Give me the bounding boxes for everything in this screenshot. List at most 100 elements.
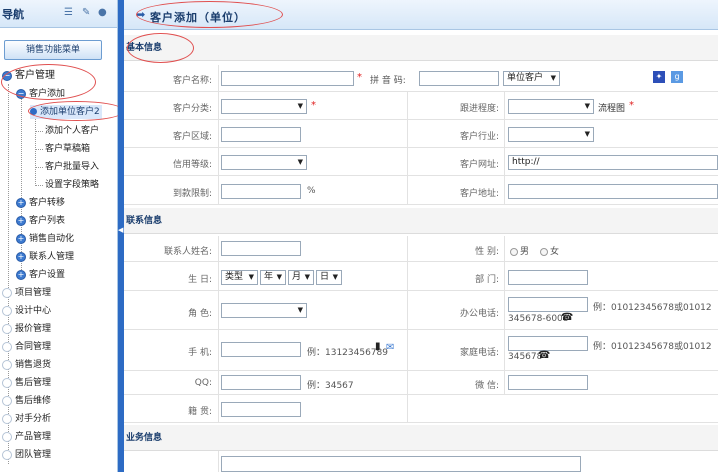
tree-add-unit-customer[interactable]: 添加单位客户2 — [30, 105, 102, 119]
expand-icon[interactable] — [2, 323, 12, 334]
expand-icon[interactable] — [2, 449, 12, 460]
home-phone-label: 家庭电话: — [459, 348, 499, 358]
telephone-icon[interactable]: ☎ — [538, 350, 550, 361]
expand-icon[interactable] — [2, 395, 12, 406]
tree-customer-transfer[interactable]: + 客户转移 — [16, 196, 65, 210]
tree-contact-management[interactable]: + 联系人管理 — [16, 250, 74, 264]
birthday-year-select[interactable]: 年 ▼ — [260, 270, 286, 285]
tree-customer-drafts[interactable]: 客户草稿箱 — [45, 142, 90, 156]
payment-limit-input[interactable] — [221, 184, 301, 199]
tree-team-management[interactable]: 团队管理 — [2, 448, 51, 462]
percent-unit: % — [307, 186, 316, 196]
qq-input[interactable] — [221, 375, 301, 390]
pinyin-input[interactable] — [419, 71, 499, 86]
credit-select[interactable]: ▼ — [221, 155, 307, 170]
tree-customer-add[interactable]: − 客户添加 — [16, 87, 65, 101]
expand-icon[interactable]: + — [16, 269, 26, 280]
contact-name-label: 联系人姓名: — [163, 247, 212, 257]
region-input[interactable] — [221, 127, 301, 142]
tree-customer-settings[interactable]: + 客户设置 — [16, 268, 65, 282]
home-phone-input[interactable] — [508, 336, 588, 351]
progress-label: 跟进程度: — [459, 104, 499, 114]
form-row: QQ: 例：34567 微 信: — [124, 371, 718, 395]
page-header: ➡ 客户添加（单位） — [124, 0, 718, 30]
gender-label: 性 别: — [475, 247, 499, 257]
tree-field-policy[interactable]: 设置字段策略 — [45, 178, 99, 192]
page-title: 客户添加（单位） — [150, 11, 246, 24]
telephone-icon[interactable]: ☎ — [561, 312, 573, 323]
expand-icon[interactable] — [2, 359, 12, 370]
expand-icon[interactable]: + — [16, 251, 26, 262]
expand-icon[interactable] — [2, 377, 12, 388]
department-label: 部 门: — [475, 275, 499, 285]
wechat-input[interactable] — [508, 375, 588, 390]
qq-label: QQ: — [194, 378, 212, 388]
expand-icon[interactable]: + — [16, 233, 26, 244]
expand-icon[interactable] — [2, 413, 12, 424]
required-mark: * — [311, 100, 316, 111]
mobile-phone-icon[interactable]: ▮ — [375, 341, 381, 352]
department-input[interactable] — [508, 270, 588, 285]
search-engine-icon[interactable]: g — [671, 71, 683, 83]
sms-icon[interactable]: ✉ — [386, 342, 394, 353]
tree-design-center[interactable]: 设计中心 — [2, 304, 51, 318]
expand-icon[interactable]: + — [16, 215, 26, 226]
collapse-arrow-icon[interactable]: ◀ — [118, 226, 123, 234]
tree-bulk-import[interactable]: 客户批量导入 — [45, 160, 99, 174]
mobile-input[interactable] — [221, 342, 301, 357]
tree-sales-automation[interactable]: + 销售自动化 — [16, 232, 74, 246]
contact-name-input[interactable] — [221, 241, 301, 256]
tree-contract-management[interactable]: 合同管理 — [2, 340, 51, 354]
form-row: 联系人姓名: 性 别: 男 女 — [124, 236, 718, 262]
form-row: 信用等级: ▼ 客户网址: http:// — [124, 148, 718, 176]
form-row — [124, 451, 718, 472]
website-input[interactable]: http:// — [508, 155, 718, 170]
birthday-month-select[interactable]: 月 ▼ — [288, 270, 314, 285]
expand-icon[interactable] — [2, 341, 12, 352]
expand-icon[interactable] — [2, 305, 12, 316]
office-phone-input[interactable] — [508, 297, 588, 312]
address-label: 客户地址: — [459, 189, 499, 199]
expand-icon[interactable] — [2, 431, 12, 442]
gender-female-radio[interactable]: 女 — [540, 244, 559, 257]
business-textarea[interactable] — [221, 456, 581, 472]
birthday-label: 生 日: — [188, 275, 212, 285]
flowchart-link[interactable]: 流程图 — [598, 101, 625, 114]
customer-name-input[interactable] — [221, 71, 354, 86]
user-icon[interactable]: ● — [98, 7, 107, 18]
address-input[interactable] — [508, 184, 718, 199]
tree-add-personal-customer[interactable]: 添加个人客户 — [45, 124, 99, 138]
main-panel: ➡ 客户添加（单位） 基本信息 客户名称: * 拼 音 码: 单位客户 ▼ ✦ g… — [124, 0, 718, 472]
section-basic-info: 基本信息 — [124, 35, 718, 61]
bullet-icon — [30, 108, 37, 115]
payment-limit-label: 到款限制: — [172, 189, 212, 199]
arrow-right-icon: ➡ — [136, 8, 146, 21]
tree-quote-management[interactable]: 报价管理 — [2, 322, 51, 336]
collapse-icon[interactable]: − — [2, 70, 12, 81]
collapse-icon[interactable]: − — [16, 88, 26, 99]
customer-type-select[interactable]: 单位客户 ▼ — [503, 71, 560, 86]
tree-customer-list[interactable]: + 客户列表 — [16, 214, 65, 228]
map-icon[interactable]: ✦ — [653, 71, 665, 83]
expand-icon[interactable] — [2, 287, 12, 298]
tree-after-sales-repair[interactable]: 售后维修 — [2, 394, 51, 408]
tree-project-management[interactable]: 项目管理 — [2, 286, 51, 300]
sales-menu-button[interactable]: 销售功能菜单 — [4, 40, 102, 60]
tree-sales-returns[interactable]: 销售退货 — [2, 358, 51, 372]
tree-after-sales[interactable]: 售后管理 — [2, 376, 51, 390]
progress-select[interactable]: ▼ — [508, 99, 594, 114]
role-select[interactable]: ▼ — [221, 303, 307, 318]
section-business-info: 业务信息 — [124, 425, 718, 451]
industry-select[interactable]: ▼ — [508, 127, 594, 142]
tree-customer-management[interactable]: − 客户管理 — [2, 69, 55, 83]
settings-icon[interactable]: ✎ — [82, 7, 90, 18]
tree-product-management[interactable]: 产品管理 — [2, 430, 51, 444]
tree-competitor-analysis[interactable]: 对手分析 — [2, 412, 51, 426]
category-select[interactable]: ▼ — [221, 99, 307, 114]
birthday-day-select[interactable]: 日 ▼ — [316, 270, 342, 285]
gender-male-radio[interactable]: 男 — [510, 244, 529, 257]
list-icon[interactable]: ☰ — [64, 7, 73, 18]
birthday-type-select[interactable]: 类型 ▼ — [221, 270, 258, 285]
expand-icon[interactable]: + — [16, 197, 26, 208]
native-place-input[interactable] — [221, 402, 301, 417]
